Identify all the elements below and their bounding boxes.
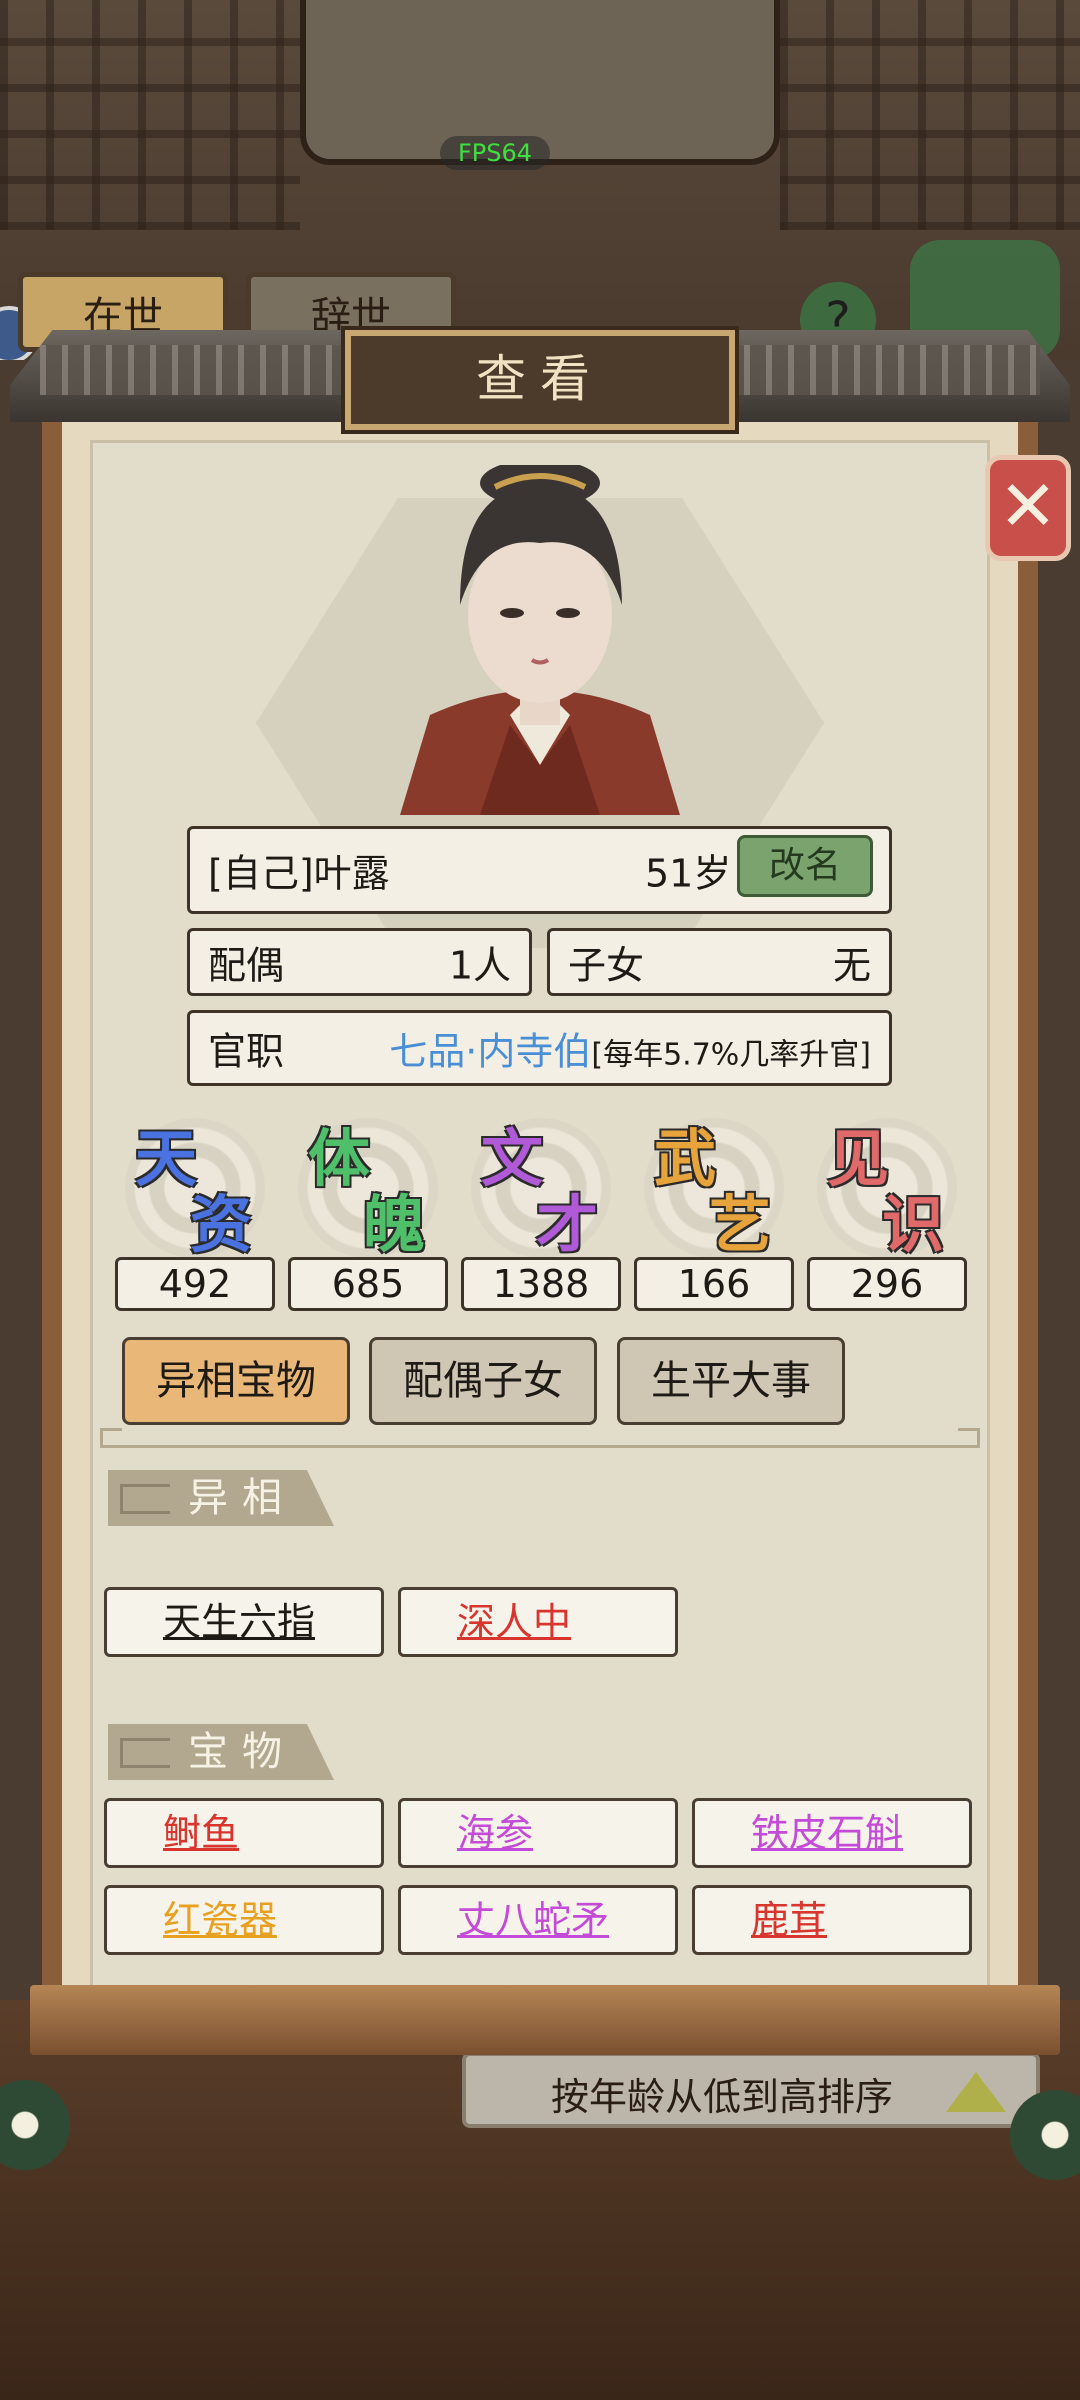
- traits-section-header: 异相: [108, 1470, 334, 1526]
- attribute-name-char-2: 才: [536, 1188, 599, 1261]
- dialog-title-plaque: 查看: [345, 330, 735, 430]
- section-divider: [100, 1445, 980, 1448]
- children-value: 无: [832, 943, 871, 988]
- lattice-pattern-icon: [120, 1484, 170, 1514]
- window-lattice-right: [780, 0, 1080, 230]
- spouse-label: 配偶: [208, 943, 285, 988]
- attribute-badge: 文才: [461, 1108, 621, 1261]
- treasures-item-label: 铁皮石斛: [751, 1811, 904, 1855]
- attribute-name-char-2: 资: [190, 1188, 253, 1261]
- traits-item-label: 深人中: [457, 1600, 572, 1644]
- sort-triangle-icon: [946, 2072, 1006, 2112]
- children-label: 子女: [568, 943, 645, 988]
- treasures-item-label: 鲥鱼: [163, 1811, 240, 1855]
- traits-item[interactable]: 天生六指: [104, 1587, 384, 1657]
- official-rank: 七品·内寺伯: [389, 1029, 592, 1074]
- attribute-badge: 见识: [807, 1108, 967, 1261]
- divider-corner-right: [958, 1428, 980, 1446]
- attribute-name-char-2: 识: [882, 1188, 945, 1261]
- children-row: 子女 无: [547, 928, 892, 996]
- attribute-value: 685: [288, 1257, 448, 1311]
- traits-item[interactable]: 深人中: [398, 1587, 678, 1657]
- lattice-pattern-icon: [120, 1738, 170, 1768]
- promotion-chance-note: [每年5.7%几率升官]: [591, 1037, 871, 1073]
- attribute-badge: 体魄: [288, 1108, 448, 1261]
- close-button[interactable]: ✕: [985, 455, 1071, 561]
- dialog-bottom-rail: [30, 1985, 1060, 2055]
- treasures-item[interactable]: 海参: [398, 1798, 678, 1868]
- divider-corner-left: [100, 1428, 122, 1446]
- attribute-name-char-2: 魄: [363, 1188, 426, 1261]
- window-lattice-left: [0, 0, 300, 230]
- tab-life-events[interactable]: 生平大事: [617, 1337, 845, 1425]
- attribute-name-char-1: 文: [481, 1122, 544, 1195]
- official-row: 官职 七品·内寺伯[每年5.7%几率升官]: [187, 1010, 892, 1086]
- character-name: [自己]叶露: [208, 851, 390, 896]
- treasures-section-header: 宝物: [108, 1724, 334, 1780]
- treasures-title: 宝物: [188, 1729, 296, 1775]
- attribute-name-char-2: 艺: [709, 1188, 772, 1261]
- character-age: 51岁: [645, 851, 732, 896]
- treasures-item[interactable]: 丈八蛇矛: [398, 1885, 678, 1955]
- dialog-title: 查看: [476, 350, 604, 408]
- attribute-name-char-1: 天: [135, 1122, 198, 1195]
- tab-traits-treasures[interactable]: 异相宝物: [122, 1337, 350, 1425]
- spouse-value: 1人: [448, 943, 511, 988]
- attribute-value: 166: [634, 1257, 794, 1311]
- attribute-name-char-1: 见: [827, 1122, 890, 1195]
- official-label: 官职: [208, 1029, 285, 1074]
- spouse-row: 配偶 1人: [187, 928, 532, 996]
- treasures-item[interactable]: 铁皮石斛: [692, 1798, 972, 1868]
- attribute-badge: 武艺: [634, 1108, 794, 1261]
- rename-button[interactable]: 改名: [737, 835, 873, 897]
- treasures-item-label: 丈八蛇矛: [457, 1898, 610, 1942]
- attribute-value: 492: [115, 1257, 275, 1311]
- close-x-icon: ✕: [998, 465, 1058, 547]
- tab-spouse-children[interactable]: 配偶子女: [369, 1337, 597, 1425]
- attribute-name-char-1: 体: [308, 1122, 371, 1195]
- treasures-item[interactable]: 鲥鱼: [104, 1798, 384, 1868]
- treasures-item[interactable]: 鹿茸: [692, 1885, 972, 1955]
- fps-counter: FPS64: [440, 136, 550, 170]
- treasures-item[interactable]: 红瓷器: [104, 1885, 384, 1955]
- treasures-item-label: 海参: [457, 1811, 534, 1855]
- treasures-item-label: 鹿茸: [751, 1898, 828, 1942]
- attribute-value: 1388: [461, 1257, 621, 1311]
- sort-order-button[interactable]: 按年龄从低到高排序: [462, 2052, 1040, 2128]
- official-info: 七品·内寺伯[每年5.7%几率升官]: [389, 1021, 871, 1076]
- traits-item-label: 天生六指: [163, 1600, 316, 1644]
- attribute-name-char-1: 武: [654, 1122, 717, 1195]
- traits-title: 异相: [188, 1475, 296, 1521]
- attribute-value: 296: [807, 1257, 967, 1311]
- attribute-badge: 天资: [115, 1108, 275, 1261]
- sort-label: 按年龄从低到高排序: [551, 2075, 894, 2119]
- treasures-item-label: 红瓷器: [163, 1898, 278, 1942]
- character-portrait: [400, 465, 680, 815]
